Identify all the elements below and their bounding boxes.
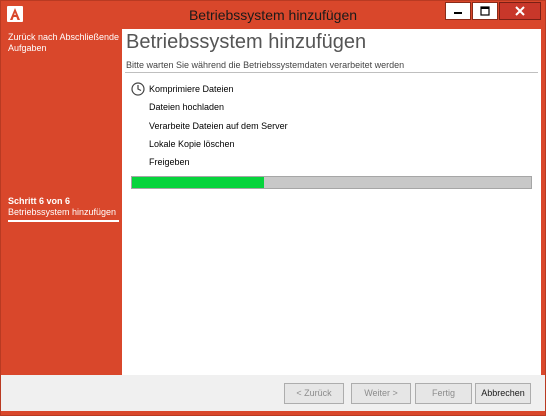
- wizard-window: Betriebssystem hinzufügen Zurück nach Ab…: [0, 0, 546, 416]
- progress-fill: [132, 177, 264, 188]
- back-button[interactable]: < Zurück: [284, 383, 344, 404]
- task-upload-files: Dateien hochladen: [149, 102, 225, 112]
- window-controls: [444, 2, 541, 22]
- step-name: Betriebssystem hinzufügen: [8, 207, 117, 217]
- maximize-icon: [480, 6, 490, 16]
- step-counter: Schritt 6 von 6: [8, 196, 71, 206]
- progress-bar: [131, 176, 532, 189]
- task-process-on-server: Verarbeite Dateien auf dem Server: [149, 121, 288, 131]
- page-subtitle: Bitte warten Sie während die Betriebssys…: [126, 60, 405, 70]
- close-button[interactable]: [499, 2, 541, 20]
- current-step: Schritt 6 von 6 Betriebssystem hinzufüge…: [8, 196, 120, 222]
- next-button[interactable]: Weiter >: [351, 383, 411, 404]
- page-title: Betriebssystem hinzufügen: [126, 31, 367, 53]
- wizard-sidebar: Zurück nach Abschließende Aufgaben Schri…: [1, 29, 121, 375]
- back-to-tasks-link[interactable]: Zurück nach Abschließende Aufgaben: [8, 32, 120, 54]
- wizard-content: Betriebssystem hinzufügen Bitte warten S…: [122, 29, 541, 375]
- finish-button[interactable]: Fertig: [415, 383, 472, 404]
- wizard-footer: < Zurück Weiter > Fertig Abbrechen: [1, 375, 545, 411]
- task-compress-files: Komprimiere Dateien: [149, 84, 234, 94]
- minimize-button[interactable]: [445, 2, 471, 20]
- minimize-icon: [454, 12, 462, 14]
- step-underline: [8, 220, 119, 222]
- clock-icon: [131, 82, 145, 96]
- task-release: Freigeben: [149, 157, 190, 167]
- title-bar[interactable]: Betriebssystem hinzufügen: [1, 1, 545, 29]
- cancel-button[interactable]: Abbrechen: [475, 383, 531, 404]
- close-icon: [515, 6, 525, 16]
- header-divider: [125, 72, 538, 73]
- maximize-button[interactable]: [472, 2, 498, 20]
- task-delete-local-copy: Lokale Kopie löschen: [149, 139, 235, 149]
